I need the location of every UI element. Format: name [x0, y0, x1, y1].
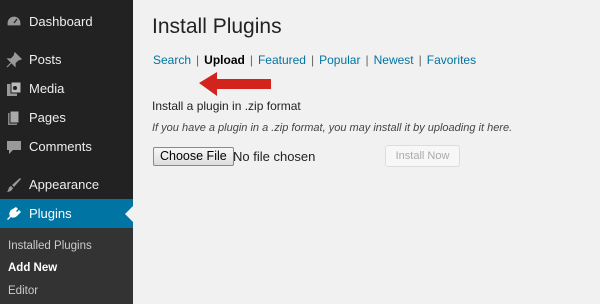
sidebar-item-appearance[interactable]: Appearance: [0, 170, 133, 200]
upload-help-text: If you have a plugin in a .zip format, y…: [152, 122, 513, 134]
media-icon: [7, 81, 22, 96]
tab-featured[interactable]: Featured: [258, 53, 306, 67]
sidebar-item-posts[interactable]: Posts: [0, 45, 133, 75]
page-title: Install Plugins: [152, 15, 282, 38]
choose-file-button[interactable]: Choose File: [153, 147, 234, 166]
tab-newest[interactable]: Newest: [374, 53, 414, 67]
current-menu-pointer: [125, 206, 133, 222]
file-status: No file chosen: [233, 149, 316, 164]
sidebar-item-plugins[interactable]: Plugins: [0, 199, 133, 229]
sidebar-item-dashboard[interactable]: Dashboard: [0, 7, 133, 37]
sidebar-item-label: Comments: [29, 139, 92, 154]
sidebar-item-label: Media: [29, 81, 65, 96]
pin-icon: [6, 52, 22, 68]
submenu-item-add-new[interactable]: Add New: [8, 261, 57, 275]
tab-favorites[interactable]: Favorites: [427, 53, 476, 67]
tab-upload[interactable]: Upload: [204, 53, 245, 67]
submenu-item-installed-plugins[interactable]: Installed Plugins: [8, 239, 92, 253]
sidebar-item-label: Plugins: [29, 206, 72, 221]
admin-sidebar: Dashboard Posts Media Pages Comments App…: [0, 0, 133, 304]
annotation-arrow-icon: [199, 72, 271, 96]
tab-separator: |: [310, 53, 315, 67]
tab-separator: |: [418, 53, 422, 67]
tab-separator: |: [249, 53, 253, 67]
tab-popular[interactable]: Popular: [319, 53, 360, 67]
tab-separator: |: [365, 53, 369, 67]
sidebar-item-label: Appearance: [29, 177, 100, 192]
upload-heading: Install a plugin in .zip format: [152, 99, 301, 113]
brush-icon: [7, 178, 21, 192]
plugins-submenu: Installed Plugins Add New Editor: [0, 228, 133, 304]
sidebar-item-label: Dashboard: [29, 14, 93, 29]
install-now-button[interactable]: Install Now: [385, 145, 460, 167]
tab-search[interactable]: Search: [153, 53, 191, 67]
plugin-icon: [7, 207, 21, 220]
sidebar-item-pages[interactable]: Pages: [0, 103, 133, 133]
install-tabs: Search | Upload | Featured | Popular | Newest | Fa…: [153, 52, 476, 68]
tab-separator: |: [196, 53, 200, 67]
comments-icon: [7, 141, 21, 154]
dashboard-icon: [6, 15, 22, 27]
submenu-item-editor[interactable]: Editor: [8, 284, 38, 298]
sidebar-item-media[interactable]: Media: [0, 74, 133, 104]
sidebar-item-label: Posts: [29, 52, 62, 67]
pages-icon: [8, 110, 20, 125]
sidebar-item-comments[interactable]: Comments: [0, 132, 133, 162]
sidebar-item-label: Pages: [29, 110, 66, 125]
